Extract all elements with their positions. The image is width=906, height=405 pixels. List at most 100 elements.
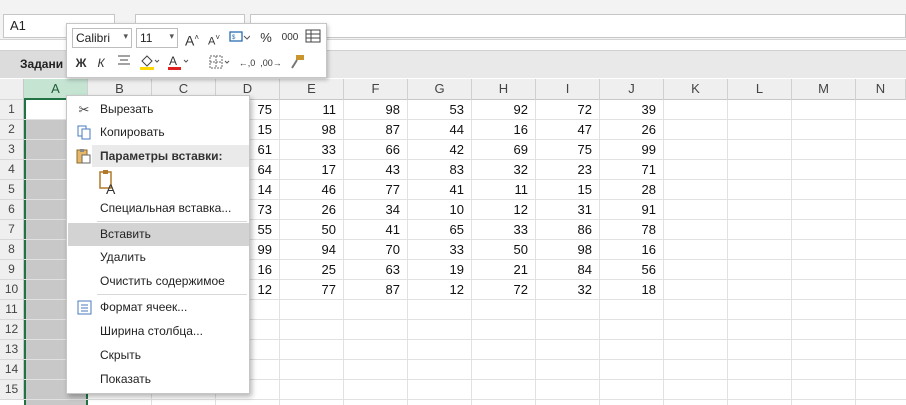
table-cell[interactable]: 26 bbox=[280, 200, 344, 220]
font-size-select[interactable]: 11 ▾ bbox=[136, 28, 178, 48]
bold-button[interactable]: Ж bbox=[73, 53, 89, 73]
column-header-k[interactable]: K bbox=[664, 79, 728, 100]
table-cell[interactable]: 47 bbox=[536, 120, 600, 140]
table-cell[interactable]: 71 bbox=[600, 160, 664, 180]
table-cell[interactable]: 21 bbox=[472, 260, 536, 280]
thousands-separator-button[interactable]: 000 bbox=[279, 28, 301, 48]
table-cell[interactable]: 75 bbox=[536, 140, 600, 160]
table-cell[interactable]: 31 bbox=[536, 200, 600, 220]
table-cell[interactable]: 17 bbox=[280, 160, 344, 180]
column-header-f[interactable]: F bbox=[344, 79, 408, 100]
table-cell[interactable]: 41 bbox=[408, 180, 472, 200]
row-header-6[interactable]: 6 bbox=[0, 200, 24, 220]
table-cell[interactable]: 65 bbox=[408, 220, 472, 240]
row-header-1[interactable]: 1 bbox=[0, 100, 24, 120]
table-cell[interactable]: 84 bbox=[536, 260, 600, 280]
table-cell[interactable]: 98 bbox=[280, 120, 344, 140]
column-header-g[interactable]: G bbox=[408, 79, 472, 100]
table-cell[interactable]: 77 bbox=[280, 280, 344, 300]
table-cell[interactable]: 10 bbox=[408, 200, 472, 220]
menu-item-column-width[interactable]: Ширина столбца... bbox=[68, 320, 249, 343]
table-cell[interactable]: 26 bbox=[600, 120, 664, 140]
row-header-7[interactable]: 7 bbox=[0, 220, 24, 240]
format-painter-icon[interactable] bbox=[287, 53, 307, 73]
row-header-11[interactable]: 11 bbox=[0, 300, 24, 320]
table-cell[interactable]: 66 bbox=[344, 140, 408, 160]
row-header-12[interactable]: 12 bbox=[0, 320, 24, 340]
table-cell[interactable]: 44 bbox=[408, 120, 472, 140]
table-cell[interactable]: 33 bbox=[280, 140, 344, 160]
row-header-2[interactable]: 2 bbox=[0, 120, 24, 140]
column-header-i[interactable]: I bbox=[536, 79, 600, 100]
table-cell[interactable]: 50 bbox=[280, 220, 344, 240]
menu-item-delete[interactable]: Удалить bbox=[68, 246, 249, 269]
table-cell[interactable]: 19 bbox=[408, 260, 472, 280]
table-cell[interactable]: 94 bbox=[280, 240, 344, 260]
menu-item-unhide[interactable]: Показать bbox=[68, 368, 249, 391]
table-cell[interactable]: 87 bbox=[344, 280, 408, 300]
table-cell[interactable]: 16 bbox=[600, 240, 664, 260]
table-cell[interactable]: 91 bbox=[600, 200, 664, 220]
menu-item-cut[interactable]: ✂ Вырезать bbox=[68, 98, 249, 121]
table-cell[interactable]: 63 bbox=[344, 260, 408, 280]
paste-values-icon[interactable]: A bbox=[97, 170, 123, 197]
table-cell[interactable]: 32 bbox=[472, 160, 536, 180]
table-cell[interactable]: 43 bbox=[344, 160, 408, 180]
workbook-tab[interactable]: Задани bbox=[0, 51, 70, 78]
borders-icon[interactable] bbox=[207, 53, 233, 73]
table-cell[interactable]: 69 bbox=[472, 140, 536, 160]
row-header-4[interactable]: 4 bbox=[0, 160, 24, 180]
row-header-8[interactable]: 8 bbox=[0, 240, 24, 260]
table-cell[interactable]: 34 bbox=[344, 200, 408, 220]
table-cell[interactable]: 92 bbox=[472, 100, 536, 120]
row-header-9[interactable]: 9 bbox=[0, 260, 24, 280]
table-cell[interactable]: 50 bbox=[472, 240, 536, 260]
italic-button[interactable]: К bbox=[93, 53, 109, 73]
table-cell[interactable]: 11 bbox=[472, 180, 536, 200]
table-cell[interactable]: 33 bbox=[472, 220, 536, 240]
row-header-14[interactable]: 14 bbox=[0, 360, 24, 380]
table-cell[interactable]: 83 bbox=[408, 160, 472, 180]
shrink-font-icon[interactable]: A˅ bbox=[205, 28, 223, 48]
table-cell[interactable]: 98 bbox=[344, 100, 408, 120]
table-format-icon[interactable] bbox=[303, 28, 323, 48]
percent-button[interactable]: % bbox=[258, 28, 274, 48]
table-cell[interactable]: 77 bbox=[344, 180, 408, 200]
column-header-n[interactable]: N bbox=[856, 79, 906, 100]
table-cell[interactable]: 86 bbox=[536, 220, 600, 240]
font-name-select[interactable]: Calibri ▾ bbox=[72, 28, 132, 48]
table-cell[interactable]: 11 bbox=[280, 100, 344, 120]
fill-color-icon[interactable] bbox=[137, 53, 161, 73]
increase-decimal-icon[interactable]: ←,0 bbox=[236, 53, 258, 73]
column-header-e[interactable]: E bbox=[280, 79, 344, 100]
column-header-j[interactable]: J bbox=[600, 79, 664, 100]
grow-font-icon[interactable]: A˄ bbox=[183, 28, 201, 49]
menu-item-hide[interactable]: Скрыть bbox=[68, 344, 249, 367]
formula-input[interactable] bbox=[250, 14, 906, 38]
table-cell[interactable]: 56 bbox=[600, 260, 664, 280]
table-cell[interactable]: 99 bbox=[600, 140, 664, 160]
row-header-15[interactable]: 15 bbox=[0, 380, 24, 400]
table-cell[interactable]: 32 bbox=[536, 280, 600, 300]
menu-item-format-cells[interactable]: Формат ячеек... bbox=[68, 296, 249, 319]
table-cell[interactable]: 42 bbox=[408, 140, 472, 160]
table-cell[interactable]: 72 bbox=[472, 280, 536, 300]
table-cell[interactable]: 98 bbox=[536, 240, 600, 260]
table-cell[interactable]: 15 bbox=[536, 180, 600, 200]
menu-item-copy[interactable]: Копировать bbox=[68, 121, 249, 144]
table-cell[interactable]: 18 bbox=[600, 280, 664, 300]
align-center-icon[interactable] bbox=[115, 53, 133, 73]
table-cell[interactable]: 28 bbox=[600, 180, 664, 200]
font-color-icon[interactable]: A bbox=[165, 53, 191, 73]
menu-item-clear-contents[interactable]: Очистить содержимое bbox=[68, 270, 249, 293]
menu-item-paste-special[interactable]: Специальная вставка... bbox=[68, 197, 249, 220]
row-header-5[interactable]: 5 bbox=[0, 180, 24, 200]
column-header-l[interactable]: L bbox=[728, 79, 792, 100]
select-all-corner[interactable] bbox=[0, 79, 24, 100]
row-header-3[interactable]: 3 bbox=[0, 140, 24, 160]
decrease-decimal-icon[interactable]: ,00→ bbox=[260, 53, 282, 73]
table-cell[interactable]: 70 bbox=[344, 240, 408, 260]
table-cell[interactable]: 23 bbox=[536, 160, 600, 180]
row-header-13[interactable]: 13 bbox=[0, 340, 24, 360]
row-header-10[interactable]: 10 bbox=[0, 280, 24, 300]
